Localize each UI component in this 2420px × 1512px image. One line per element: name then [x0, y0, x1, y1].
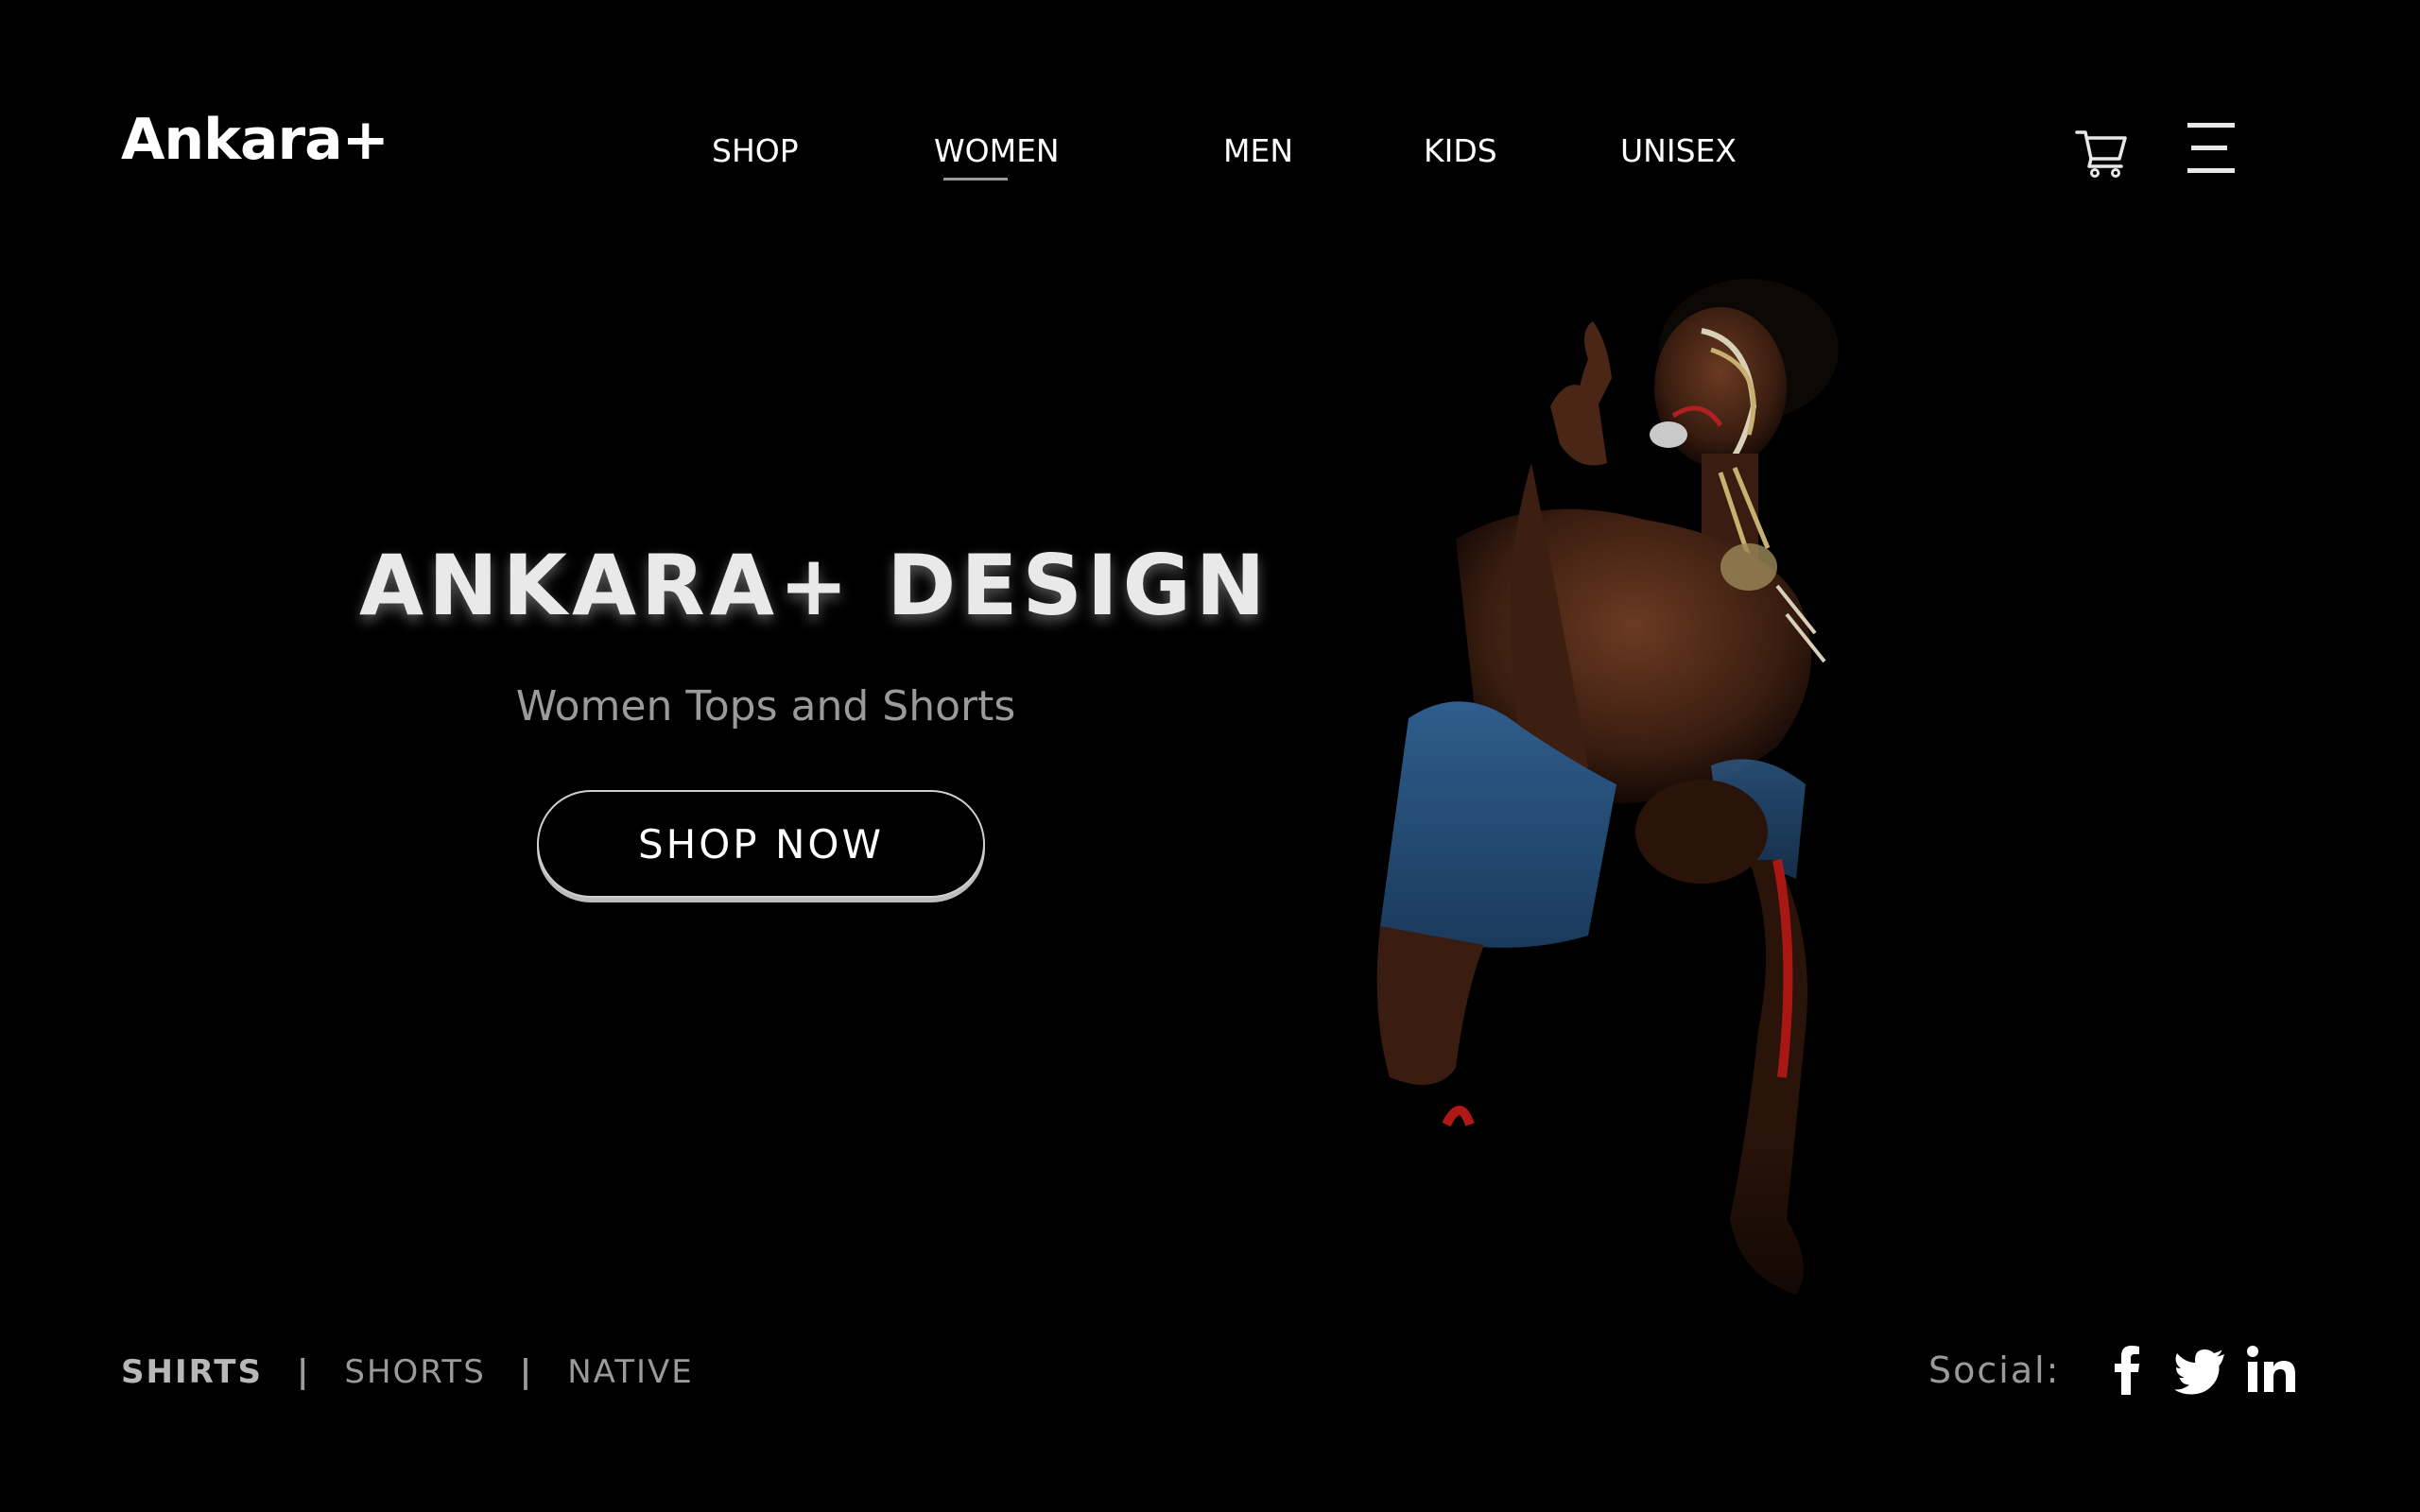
social-label: Social:	[1928, 1349, 2061, 1391]
hamburger-menu-icon[interactable]	[2184, 123, 2240, 176]
cart-icon[interactable]	[2074, 123, 2131, 180]
twitter-icon[interactable]	[2171, 1342, 2228, 1399]
menu-line	[2191, 146, 2227, 150]
category-shorts[interactable]: SHORTS	[344, 1353, 485, 1391]
nav-item-women[interactable]: WOMEN	[934, 132, 1060, 170]
nav-item-unisex[interactable]: UNISEX	[1620, 132, 1737, 170]
hero-title: ANKARA+ DESIGN	[359, 537, 1270, 634]
nav-item-kids[interactable]: KIDS	[1424, 132, 1497, 170]
main-nav: SHOP WOMEN MEN KIDS UNISEX	[0, 132, 2420, 170]
nav-item-men[interactable]: MEN	[1223, 132, 1293, 170]
category-links: SHIRTS | SHORTS | NATIVE	[121, 1353, 694, 1391]
social-links: Social:	[1928, 1342, 2300, 1399]
hero-subtitle: Women Tops and Shorts	[515, 682, 1016, 730]
nav-item-shop[interactable]: SHOP	[712, 132, 799, 170]
menu-line	[2187, 168, 2235, 173]
shop-now-button[interactable]: SHOP NOW	[537, 790, 985, 898]
menu-line	[2187, 123, 2235, 128]
category-shirts[interactable]: SHIRTS	[121, 1353, 263, 1391]
category-separator: |	[519, 1353, 534, 1391]
linkedin-icon[interactable]	[2243, 1342, 2300, 1399]
active-nav-underline	[943, 178, 1008, 180]
hero-model-photo	[1305, 274, 1910, 1427]
facebook-icon[interactable]	[2100, 1342, 2156, 1399]
category-native[interactable]: NATIVE	[567, 1353, 694, 1391]
category-separator: |	[296, 1353, 311, 1391]
